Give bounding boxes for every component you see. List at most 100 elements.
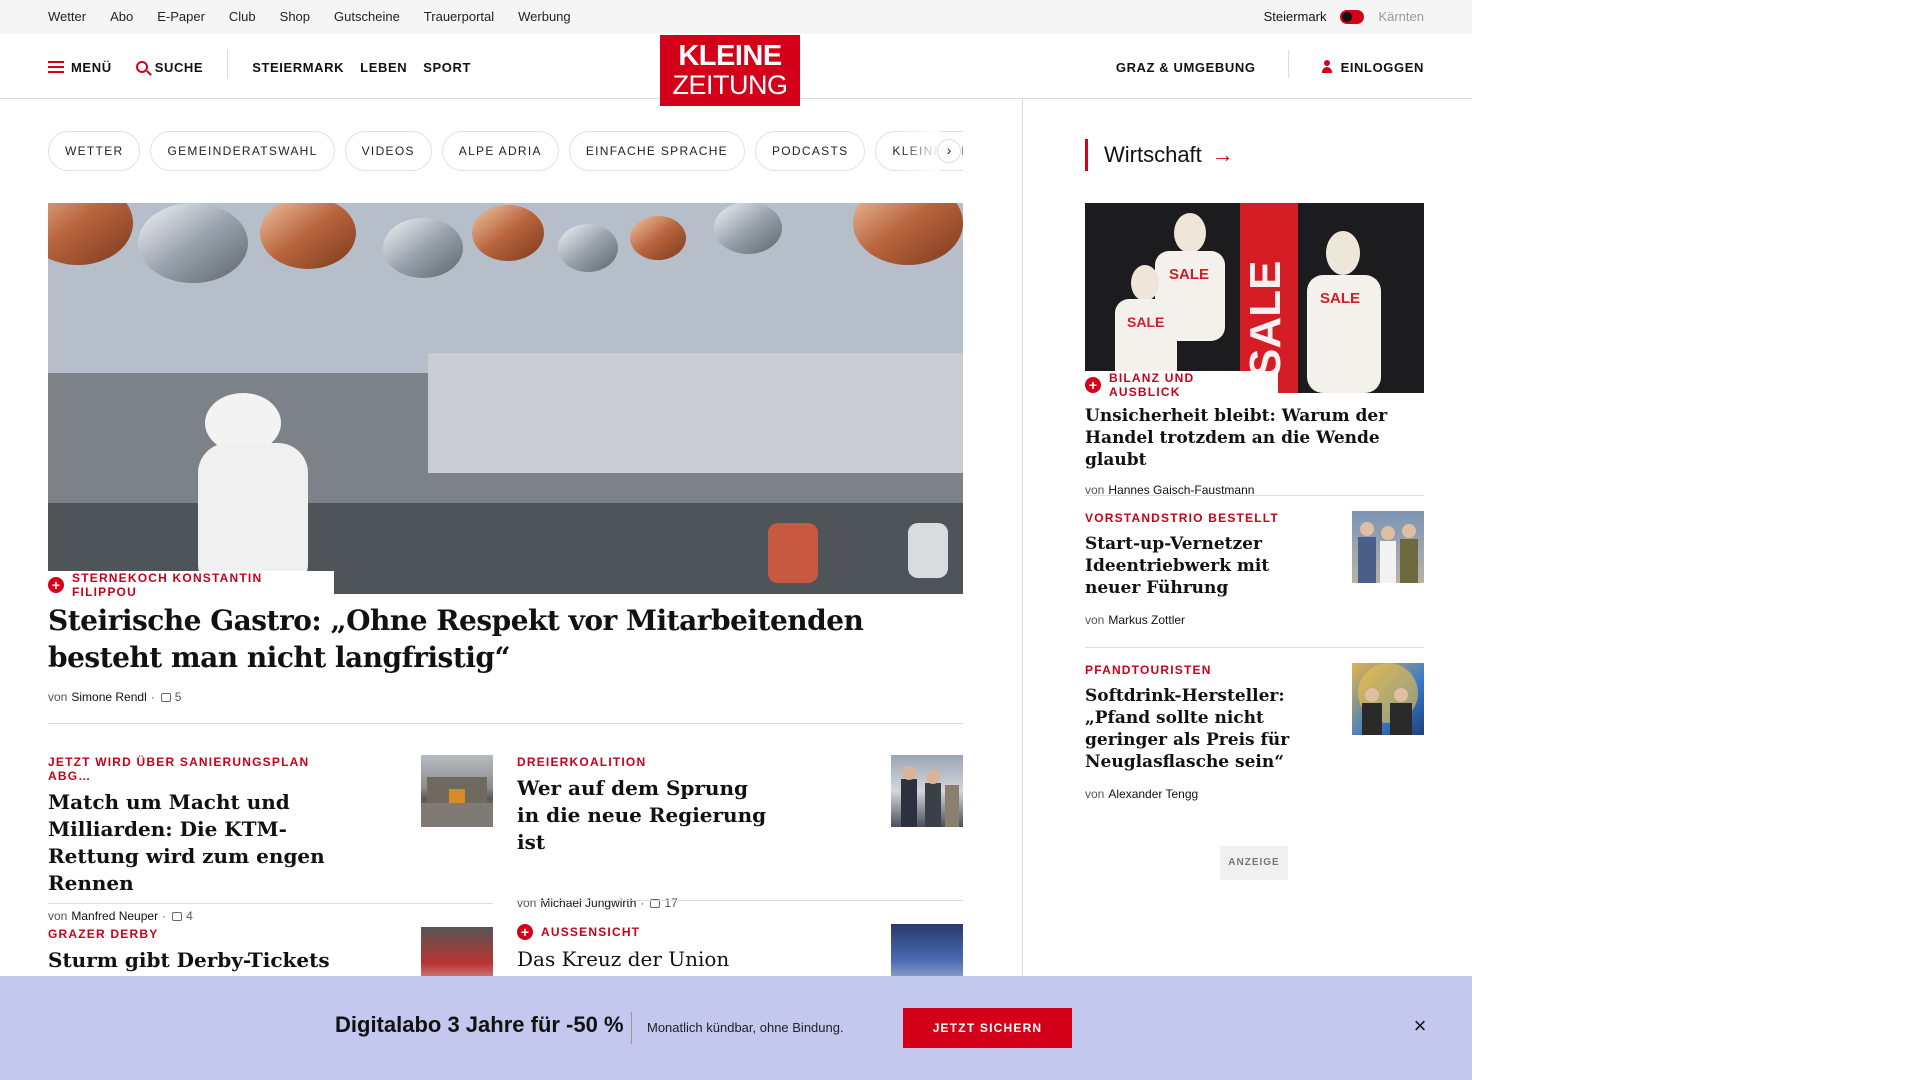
byline-author[interactable]: Alexander Tengg: [1108, 787, 1198, 801]
kitchen-photo: [48, 203, 963, 594]
story-derby[interactable]: GRAZER DERBY Sturm gibt Derby-Tickets: [48, 927, 348, 974]
byline-author[interactable]: Simone Rendl: [71, 690, 146, 704]
sidebar-story-ideentriebwerk[interactable]: VORSTANDSTRIO BESTELLT Start-up-Vernetze…: [1085, 511, 1325, 627]
story-divider: [517, 900, 963, 901]
nav-sport[interactable]: SPORT: [423, 60, 471, 75]
chip-videos[interactable]: VIDEOS: [344, 131, 432, 171]
comment-icon: [172, 911, 183, 921]
story-byline: von Manfred Neuper · 4: [48, 909, 348, 923]
byline-separator: ·: [162, 909, 167, 923]
header-divider: [227, 50, 229, 78]
byline-prefix: von: [1085, 787, 1105, 801]
building-photo: [421, 777, 493, 827]
section-heading-wirtschaft[interactable]: Wirtschaft →: [1085, 139, 1234, 171]
region-toggle[interactable]: [1340, 9, 1365, 24]
story-thumbnail[interactable]: [421, 755, 493, 827]
chip-einfache-sprache[interactable]: EINFACHE SPRACHE: [568, 131, 745, 171]
site-header: MENÜ SUCHE STEIERMARK LEBEN SPORT KLEINE…: [0, 34, 1472, 106]
story-headline[interactable]: Softdrink-Hersteller: „Pfand sollte nich…: [1085, 685, 1345, 773]
utility-link-abo[interactable]: Abo: [110, 9, 133, 24]
story-thumbnail[interactable]: [1352, 663, 1424, 735]
utility-link-gutscheine[interactable]: Gutscheine: [334, 9, 400, 24]
hero-divider: [48, 723, 963, 724]
image-text-sale-1: SALE: [1169, 266, 1209, 283]
story-kicker: DREIERKOALITION: [517, 755, 647, 769]
comment-count[interactable]: 5: [175, 690, 182, 704]
header-left: MENÜ SUCHE STEIERMARK LEBEN SPORT: [48, 50, 471, 78]
byline-author[interactable]: Manfred Neuper: [71, 909, 158, 923]
softdrink-founders-photo: [1358, 663, 1418, 735]
chip-gemeinderatswahl[interactable]: GEMEINDERATSWAHL: [150, 131, 335, 171]
byline-author[interactable]: Michael Jungwirth: [540, 896, 636, 910]
user-icon: [1321, 60, 1333, 74]
logo-line-2: ZEITUNG: [672, 70, 789, 100]
story-regierung[interactable]: DREIERKOALITION Wer auf dem Sprung in di…: [517, 755, 777, 910]
header-divider-right: [1287, 50, 1289, 78]
story-kicker: JETZT WIRD ÜBER SANIERUNGSPLAN ABG…: [48, 755, 310, 783]
hero-headline[interactable]: Steirische Gastro: „Ohne Respekt vor Mit…: [48, 602, 948, 676]
byline-author[interactable]: Markus Zottler: [1108, 613, 1185, 627]
plus-premium-icon: +: [517, 924, 533, 940]
utility-link-trauerportal[interactable]: Trauerportal: [424, 9, 494, 24]
sidebar-story-pfand[interactable]: PFANDTOURISTEN Softdrink-Hersteller: „Pf…: [1085, 663, 1345, 801]
region-link-graz[interactable]: GRAZ & UMGEBUNG: [1116, 60, 1256, 75]
login-button[interactable]: EINLOGGEN: [1321, 60, 1424, 75]
story-headline[interactable]: Sturm gibt Derby-Tickets: [48, 947, 348, 974]
chips-next-button[interactable]: ›: [937, 139, 961, 163]
logo-line-1: KLEINE: [678, 40, 782, 72]
comment-count[interactable]: 4: [186, 909, 193, 923]
chip-wetter[interactable]: WETTER: [48, 131, 141, 171]
story-ktm[interactable]: JETZT WIRD ÜBER SANIERUNGSPLAN ABG… Matc…: [48, 755, 348, 923]
comment-icon: [160, 692, 171, 702]
hero-byline: von Simone Rendl · 5: [48, 690, 181, 704]
byline-separator: ·: [640, 896, 645, 910]
utility-link-shop[interactable]: Shop: [280, 9, 310, 24]
story-thumbnail[interactable]: [891, 755, 963, 827]
utility-link-club[interactable]: Club: [229, 9, 256, 24]
story-headline[interactable]: Das Kreuz der Union: [517, 946, 817, 973]
utility-link-werbung[interactable]: Werbung: [518, 9, 571, 24]
plus-premium-icon: +: [48, 577, 64, 593]
browser-background: [1472, 0, 1920, 1080]
promo-cta-button[interactable]: JETZT SICHERN: [903, 1008, 1072, 1048]
hero-image[interactable]: [48, 203, 963, 594]
story-divider: [48, 903, 493, 904]
sidebar-lead-story[interactable]: Unsicherheit bleibt: Warum der Handel tr…: [1085, 405, 1424, 497]
story-union[interactable]: + AUSSENSICHT Das Kreuz der Union: [517, 924, 817, 973]
site-logo[interactable]: KLEINE ZEITUNG: [660, 35, 800, 106]
story-headline[interactable]: Start-up-Vernetzer Ideentriebwerk mit ne…: [1085, 533, 1325, 599]
comment-count[interactable]: 17: [664, 896, 677, 910]
close-icon[interactable]: ×: [1408, 1014, 1432, 1038]
sidebar-lead-image[interactable]: SALE SALE SALE SALE: [1085, 203, 1424, 393]
subscription-promo-bar: Digitalabo 3 Jahre für -50 % Monatlich k…: [0, 976, 1472, 1080]
story-headline[interactable]: Unsicherheit bleibt: Warum der Handel tr…: [1085, 405, 1424, 471]
ad-label: ANZEIGE: [1220, 846, 1288, 880]
menu-button[interactable]: MENÜ: [48, 60, 112, 75]
region-kaernten[interactable]: Kärnten: [1378, 9, 1424, 24]
sidebar-divider: [1085, 495, 1424, 496]
utility-link-wetter[interactable]: Wetter: [48, 9, 86, 24]
story-headline[interactable]: Wer auf dem Sprung in die neue Regierung…: [517, 775, 777, 856]
story-headline[interactable]: Match um Macht und Milliarden: Die KTM-R…: [48, 789, 348, 897]
hamburger-icon: [48, 61, 64, 73]
story-byline: von Markus Zottler: [1085, 613, 1325, 627]
header-right: GRAZ & UMGEBUNG EINLOGGEN: [1116, 50, 1424, 78]
story-kicker: GRAZER DERBY: [48, 927, 159, 941]
arrow-right-icon: →: [1211, 142, 1234, 167]
story-thumbnail[interactable]: [1352, 511, 1424, 583]
byline-prefix: von: [517, 896, 537, 910]
region-switch: Steiermark Kärnten: [1264, 9, 1424, 24]
chip-alpe-adria[interactable]: ALPE ADRIA: [441, 131, 559, 171]
chip-podcasts[interactable]: PODCASTS: [754, 131, 866, 171]
column-divider: [1022, 99, 1023, 979]
promo-divider: [631, 1012, 632, 1044]
search-button[interactable]: SUCHE: [135, 60, 204, 75]
nav-leben[interactable]: LEBEN: [360, 60, 407, 75]
nav-steiermark[interactable]: STEIERMARK: [252, 60, 344, 75]
story-kicker-row: + AUSSENSICHT: [517, 924, 817, 940]
region-steiermark[interactable]: Steiermark: [1264, 9, 1327, 24]
menu-label: MENÜ: [71, 59, 112, 75]
utility-link-epaper[interactable]: E-Paper: [157, 9, 205, 24]
chips-fade: [900, 131, 940, 171]
story-byline: von Michael Jungwirth · 17: [517, 896, 777, 910]
